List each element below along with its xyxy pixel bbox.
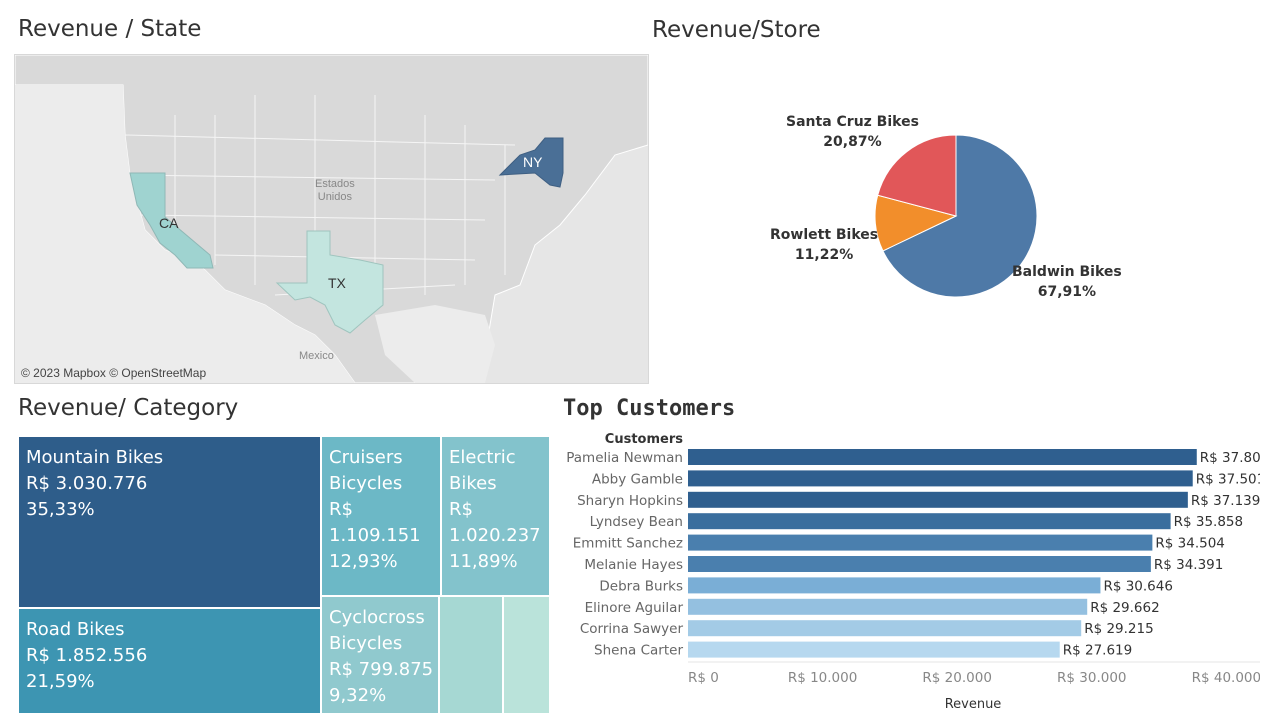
x-axis-title: Revenue [945,697,1002,712]
pie-label-rowlett: Rowlett Bikes 11,22% [770,225,878,265]
bar-value-label: R$ 29.662 [1090,600,1160,616]
tile-value: R$ 1.020.237 [449,499,541,546]
customer-bar[interactable] [688,598,1088,615]
tile-name: Mountain Bikes [26,447,164,468]
customer-label: Debra Burks [599,578,683,594]
bar-value-label: R$ 37.501 [1196,471,1260,487]
country-label-line1: Estados [315,178,355,190]
pie-label-rowlett-pct: 11,22% [794,247,854,263]
tile-value: R$ 799.875 [329,659,434,680]
customer-label: Lyndsey Bean [590,514,683,530]
x-tick-label: R$ 20.000 [922,670,992,686]
bar-value-label: R$ 29.215 [1084,621,1154,637]
customer-label: Sharyn Hopkins [577,493,683,509]
bar-value-label: R$ 37.802 [1200,450,1260,466]
x-tick-label: R$ 0 [688,670,719,686]
customer-label: Abby Gamble [592,471,683,487]
y-axis-title: Customers [605,432,683,447]
tile-electric-bikes[interactable]: Electric Bikes R$ 1.020.237 11,89% [441,436,550,596]
x-tick-label: R$ 10.000 [788,670,858,686]
country-label-line2: Unidos [317,191,352,203]
pie-label-santa-cruz: Santa Cruz Bikes 20,87% [786,112,919,152]
bar-value-label: R$ 35.858 [1174,514,1244,530]
tile-mountain-bikes[interactable]: Mountain Bikes R$ 3.030.776 35,33% [18,436,321,608]
map-attribution[interactable]: © 2023 Mapbox © OpenStreetMap [21,366,206,380]
country-label-mexico: Mexico [299,350,334,362]
tile-value: R$ 1.852.556 [26,645,148,666]
bar-value-label: R$ 34.391 [1154,557,1224,573]
bar-value-label: R$ 27.619 [1063,643,1133,659]
x-tick-label: R$ 40.000 [1192,670,1260,686]
tile-pct: 21,59% [26,671,95,692]
bar-value-label: R$ 37.139 [1191,493,1260,509]
tile-pct: 11,89% [449,551,518,572]
tile-name: Electric Bikes [449,447,516,494]
revenue-store-pie: Baldwin Bikes 67,91% Rowlett Bikes 11,22… [700,100,1260,330]
country-label-us: Estados Unidos [315,178,355,204]
state-label-tx: TX [328,275,346,291]
customer-bar[interactable] [688,620,1082,637]
tile-cyclocross-bicycles[interactable]: Cyclocross Bicycles R$ 799.875 9,32% [321,596,439,714]
pie-label-santa-cruz-pct: 20,87% [823,134,882,150]
pie-label-baldwin-name: Baldwin Bikes [1012,264,1122,280]
top-customers-title: Top Customers [563,396,736,421]
tile-pct: 9,32% [329,685,387,706]
bar-value-label: R$ 30.646 [1103,578,1173,594]
revenue-category-title: Revenue/ Category [18,395,239,421]
revenue-state-title: Revenue / State [18,16,202,42]
tile-value: R$ 3.030.776 [26,473,148,494]
customer-bar[interactable] [688,641,1060,658]
bar-value-label: R$ 34.504 [1155,536,1225,552]
category-treemap: Mountain Bikes R$ 3.030.776 35,33% Road … [18,436,550,714]
customer-label: Melanie Hayes [584,557,683,573]
customer-bar[interactable] [688,513,1171,530]
customer-bar[interactable] [688,449,1197,465]
customer-label: Pamelia Newman [566,450,683,466]
state-label-ca: CA [159,215,179,231]
revenue-store-title: Revenue/Store [652,17,821,43]
customer-label: Corrina Sawyer [580,621,684,637]
tile-other-1[interactable] [439,596,503,714]
tile-value: R$ 1.109.151 [329,499,421,546]
tile-name: Cruisers Bicycles [329,447,403,494]
tile-pct: 35,33% [26,499,95,520]
state-label-ny: NY [523,154,543,170]
pie-label-santa-cruz-name: Santa Cruz Bikes [786,114,919,130]
customer-bar[interactable] [688,534,1153,551]
pie-label-baldwin-pct: 67,91% [1037,284,1097,300]
map-canvas [15,55,648,383]
x-tick-label: R$ 30.000 [1057,670,1127,686]
customer-bar[interactable] [688,470,1193,487]
tile-name: Cyclocross Bicycles [329,607,425,654]
customer-bar[interactable] [688,577,1101,594]
customer-label: Elinore Aguilar [585,600,684,616]
pie-label-baldwin: Baldwin Bikes 67,91% [1012,262,1122,302]
tile-road-bikes[interactable]: Road Bikes R$ 1.852.556 21,59% [18,608,321,714]
pie-label-rowlett-name: Rowlett Bikes [770,227,879,243]
top-customers-chart: Customers Pamelia Newman R$ 37.802 Abby Gam… [560,428,1269,718]
tile-cruisers-bicycles[interactable]: Cruisers Bicycles R$ 1.109.151 12,93% [321,436,441,596]
customer-label: Shena Carter [594,643,683,659]
state-map[interactable]: CA TX NY Estados Unidos Mexico © 2023 Ma… [14,54,649,384]
tile-pct: 12,93% [329,551,398,572]
customer-bar[interactable] [688,556,1151,572]
pie-svg [874,134,1038,298]
customer-label: Emmitt Sanchez [573,536,683,552]
customer-bar[interactable] [688,491,1188,508]
tile-other-2[interactable] [503,596,550,714]
bar-svg: Customers Pamelia Newman R$ 37.802 Abby Gam… [566,432,1269,712]
tile-name: Road Bikes [26,619,125,640]
